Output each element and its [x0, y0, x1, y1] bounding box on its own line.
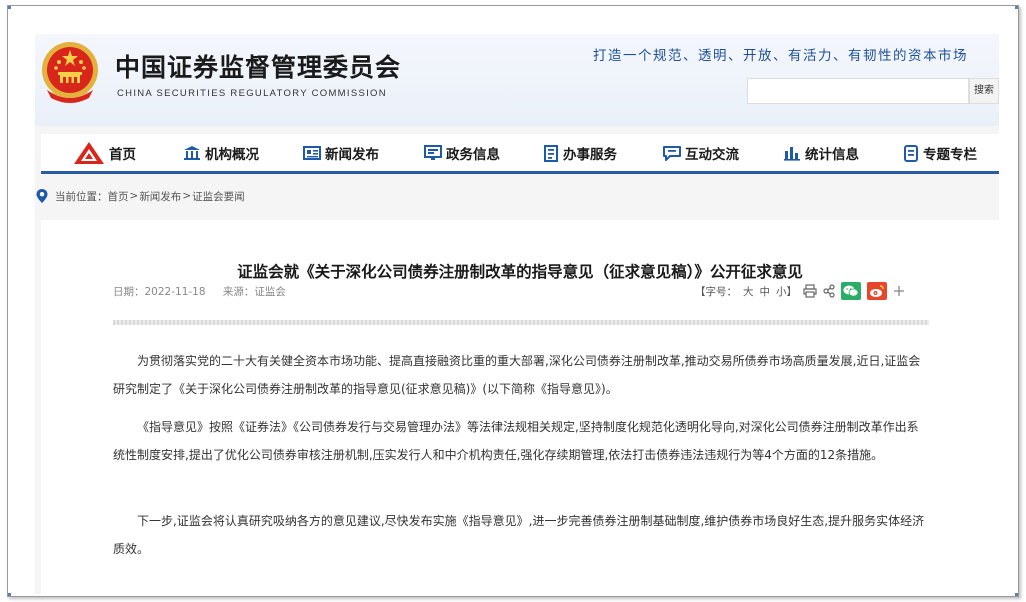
nav-label: 统计信息: [805, 147, 859, 163]
chat-icon: [663, 146, 681, 161]
main-nav: 首页 机构概况 新闻发布 政务信息 办事服务 互动交流 统计信息 专题专栏: [41, 134, 999, 174]
breadcrumb: 当前位置： 首页 > 新闻发布 > 证监会要闻: [35, 184, 245, 208]
breadcrumb-item-current[interactable]: 证监会要闻: [192, 189, 245, 204]
breadcrumb-prefix: 当前位置：: [55, 190, 108, 203]
article-paragraph: 《指导意见》按照《证券法》《公司债券发行与交易管理办法》等法律法规相关规定,坚持…: [113, 420, 919, 462]
nav-item-news[interactable]: 新闻发布: [303, 142, 379, 164]
font-size-label: 【字号：: [695, 285, 737, 298]
article-divider: [113, 320, 929, 325]
plus-icon[interactable]: [893, 285, 905, 297]
breadcrumb-item-home[interactable]: 首页: [108, 189, 129, 204]
bar-chart-icon: [784, 147, 800, 161]
nav-label: 首页: [109, 147, 136, 163]
building-icon: [184, 146, 200, 160]
font-size-small[interactable]: 小】: [776, 284, 797, 299]
article-paragraph: 为贯彻落实党的二十大有关健全资本市场功能、提高直接融资比重的重大部署,深化公司债…: [113, 354, 921, 396]
search-button[interactable]: 搜索: [969, 78, 999, 104]
screenshot-frame: 中国证券监督管理委员会 CHINA SECURITIES REGULATORY …: [7, 5, 1019, 597]
nav-label: 专题专栏: [923, 147, 977, 163]
wechat-icon[interactable]: [841, 282, 861, 300]
search-input[interactable]: [747, 78, 969, 104]
nav-item-services[interactable]: 办事服务: [543, 142, 617, 164]
webpage: 中国证券监督管理委员会 CHINA SECURITIES REGULATORY …: [35, 34, 999, 594]
monitor-icon: [424, 145, 442, 160]
location-pin-icon: [36, 189, 48, 203]
article-source: 来源：证监会: [222, 286, 286, 298]
national-emblem-icon[interactable]: [39, 40, 101, 106]
site-header: 中国证券监督管理委员会 CHINA SECURITIES REGULATORY …: [35, 34, 999, 126]
logo-icon: [74, 142, 104, 164]
article-date: 日期：2022-11-18: [113, 286, 206, 298]
nav-item-special[interactable]: 专题专栏: [903, 142, 977, 164]
bookmark-icon: [904, 144, 918, 162]
font-size-medium[interactable]: 中: [760, 284, 771, 299]
nav-item-gov-info[interactable]: 政务信息: [424, 142, 500, 164]
nav-item-home[interactable]: 首页: [73, 142, 136, 164]
breadcrumb-item-news[interactable]: 新闻发布: [139, 189, 181, 204]
frame-corner: [1015, 593, 1018, 596]
nav-label: 政务信息: [446, 147, 500, 163]
share-icon[interactable]: [823, 284, 835, 298]
frame-corner: [1015, 6, 1018, 9]
site-slogan: 打造一个规范、透明、开放、有活力、有韧性的资本市场: [593, 48, 968, 64]
nav-item-about[interactable]: 机构概况: [183, 142, 259, 164]
frame-corner: [8, 593, 11, 596]
nav-label: 新闻发布: [325, 147, 379, 163]
article-paragraph: 下一步,证监会将认真研究吸纳各方的意见建议,尽快发布实施《指导意见》,进一步完善…: [113, 514, 925, 556]
nav-label: 互动交流: [685, 147, 739, 163]
breadcrumb-separator: >: [129, 190, 139, 202]
breadcrumb-separator: >: [182, 190, 192, 202]
print-icon[interactable]: [803, 284, 817, 298]
news-icon: [303, 146, 321, 160]
font-size-large[interactable]: 大: [743, 284, 754, 299]
article-tools: 【字号： 大 中 小】: [695, 282, 905, 300]
article-title: 证监会就《关于深化公司债券注册制改革的指导意见（征求意见稿）》公开征求意见: [237, 263, 803, 281]
nav-label: 机构概况: [205, 147, 259, 163]
weibo-icon[interactable]: [867, 282, 887, 300]
nav-item-statistics[interactable]: 统计信息: [783, 142, 859, 164]
document-icon: [544, 144, 558, 162]
frame-corner: [8, 6, 11, 9]
site-title-cn: 中国证券监督管理委员会: [115, 53, 402, 82]
article-meta: 日期：2022-11-18 来源：证监会: [113, 284, 300, 299]
nav-item-interaction[interactable]: 互动交流: [663, 142, 739, 164]
nav-label: 办事服务: [563, 147, 617, 163]
article: 证监会就《关于深化公司债券注册制改革的指导意见（征求意见稿）》公开征求意见 日期…: [41, 220, 999, 594]
site-title-en: CHINA SECURITIES REGULATORY COMMISSION: [117, 88, 387, 99]
